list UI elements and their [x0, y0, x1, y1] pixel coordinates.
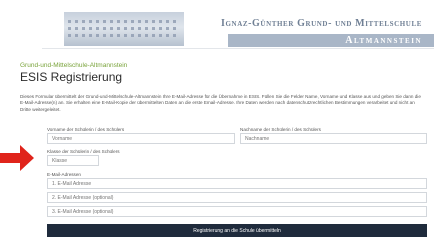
- submit-button[interactable]: Registrierung an die Schule übermitteln: [47, 224, 427, 237]
- school-building-image: [64, 12, 184, 46]
- breadcrumb[interactable]: Grund-und-Mittelschule-Altmannstein: [20, 62, 127, 69]
- email-label: E-Mail-Adressen: [47, 172, 81, 177]
- nachname-label: Nachname der Schülerin / des Schülers: [240, 127, 321, 132]
- vorname-input[interactable]: [47, 133, 235, 144]
- red-arrow-icon: [0, 145, 34, 171]
- header-divider: [42, 48, 434, 49]
- header-title: Ignaz-Günther Grund- und Mittelschule: [221, 18, 422, 29]
- page-title: ESIS Registrierung: [20, 70, 123, 84]
- vorname-label: Vorname der Schülerin / des Schülers: [47, 127, 125, 132]
- email3-input[interactable]: [47, 206, 427, 217]
- nachname-input[interactable]: [240, 133, 427, 144]
- email1-input[interactable]: [47, 178, 427, 189]
- klasse-label: Klasse der Schülerin / des Schülers: [47, 149, 120, 154]
- intro-text: Dieses Formular übermittelt der Grund-un…: [20, 94, 421, 112]
- email2-input[interactable]: [47, 192, 427, 203]
- klasse-input[interactable]: [47, 155, 99, 166]
- header-banner: Ignaz-Günther Grund- und Mittelschule Al…: [42, 9, 434, 48]
- page: Ignaz-Günther Grund- und Mittelschule Al…: [0, 0, 434, 247]
- header-subtitle: Altmannstein: [228, 34, 434, 47]
